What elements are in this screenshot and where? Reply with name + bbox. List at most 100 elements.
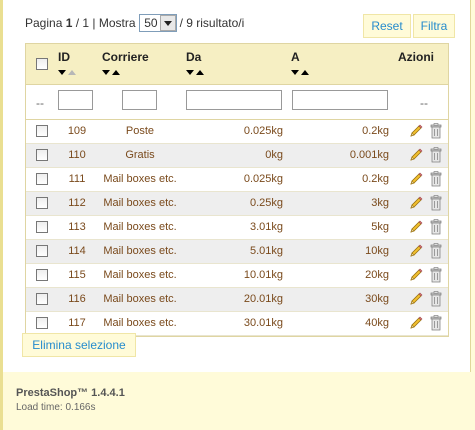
trash-icon[interactable] [430, 267, 442, 283]
results-count: / 9 risultato/i [179, 16, 245, 30]
pencil-icon[interactable] [409, 244, 423, 258]
col-carrier-header: Corriere [102, 50, 149, 64]
table-row: 109 Poste 0.025kg 0.2kg [26, 120, 448, 144]
sort-id [58, 70, 76, 75]
pencil-icon[interactable] [409, 148, 423, 162]
cell-id: 110 [68, 149, 86, 161]
table-row: 115 Mail boxes etc. 10.01kg 20kg [26, 264, 448, 288]
cell-id: 116 [68, 293, 86, 305]
cell-to: 0.2kg [362, 173, 389, 185]
cell-id: 117 [68, 317, 86, 329]
sort-asc-icon[interactable] [112, 70, 120, 75]
sort-from [186, 70, 204, 75]
col-from-header: Da [186, 50, 202, 64]
filter-from-input[interactable] [186, 90, 282, 110]
main-panel: Pagina 1 / 1 | Mostra 50 / 9 risultato/i… [3, 0, 471, 372]
cell-carrier: Mail boxes etc. [103, 245, 177, 257]
delete-selection-button[interactable]: Elimina selezione [22, 333, 136, 357]
trash-icon[interactable] [430, 195, 442, 211]
sort-desc-icon[interactable] [58, 70, 66, 75]
sort-asc-icon[interactable] [301, 70, 309, 75]
cell-from: 30.01kg [243, 317, 283, 329]
sort-asc-icon[interactable] [196, 70, 204, 75]
pencil-icon[interactable] [409, 220, 423, 234]
col-actions-header: Azioni [398, 50, 434, 64]
table-row: 114 Mail boxes etc. 5.01kg 10kg [26, 240, 448, 264]
carrier-table: ID Corriere Da A Azioni -- -- 109 Poste … [25, 43, 449, 337]
reset-button[interactable]: Reset [363, 14, 411, 38]
per-page-value: 50 [144, 16, 158, 30]
table-row: 111 Mail boxes etc. 0.025kg 0.2kg [26, 168, 448, 192]
trash-icon[interactable] [430, 171, 442, 187]
cell-carrier: Mail boxes etc. [103, 269, 177, 281]
row-checkbox[interactable] [36, 317, 48, 329]
filter-row: -- -- [26, 85, 448, 120]
cell-from: 0.025kg [243, 125, 283, 137]
cell-to: 3kg [371, 197, 389, 209]
footer: PrestaShop™ 1.4.4.1 Load time: 0.166s [16, 387, 125, 413]
cell-from: 5.01kg [249, 245, 283, 257]
trash-icon[interactable] [430, 219, 442, 235]
cell-carrier: Mail boxes etc. [103, 221, 177, 233]
cell-from: 0kg [265, 149, 283, 161]
cell-to: 10kg [365, 245, 389, 257]
pencil-icon[interactable] [409, 196, 423, 210]
filter-carrier-input[interactable] [122, 90, 157, 110]
row-checkbox[interactable] [36, 197, 48, 209]
table-row: 112 Mail boxes etc. 0.25kg 3kg [26, 192, 448, 216]
sort-desc-icon[interactable] [102, 70, 110, 75]
cell-carrier: Mail boxes etc. [103, 293, 177, 305]
pencil-icon[interactable] [409, 268, 423, 282]
cell-to: 0.2kg [362, 125, 389, 137]
row-checkbox[interactable] [36, 245, 48, 257]
cell-from: 20.01kg [243, 293, 283, 305]
cell-to: 40kg [365, 317, 389, 329]
cell-id: 115 [68, 269, 86, 281]
row-checkbox[interactable] [36, 149, 48, 161]
page-label: Pagina [25, 16, 63, 30]
cell-id: 113 [68, 221, 86, 233]
pencil-icon[interactable] [409, 124, 423, 138]
trash-icon[interactable] [430, 291, 442, 307]
sort-desc-icon[interactable] [291, 70, 299, 75]
cell-to: 0.001kg [349, 149, 389, 161]
pencil-icon[interactable] [409, 316, 423, 330]
sort-carrier [102, 70, 120, 75]
trash-icon[interactable] [430, 147, 442, 163]
sort-to [291, 70, 309, 75]
pencil-icon[interactable] [409, 292, 423, 306]
row-checkbox[interactable] [36, 293, 48, 305]
cell-to: 20kg [365, 269, 389, 281]
cell-from: 10.01kg [243, 269, 283, 281]
trash-icon[interactable] [430, 243, 442, 259]
pencil-icon[interactable] [409, 172, 423, 186]
sort-asc-icon [68, 70, 76, 75]
filter-button[interactable]: Filtra [413, 14, 455, 38]
filter-to-input[interactable] [292, 90, 388, 110]
select-all-checkbox[interactable] [36, 58, 48, 70]
row-checkbox[interactable] [36, 125, 48, 137]
trash-icon[interactable] [430, 315, 442, 331]
filter-id-input[interactable] [58, 90, 93, 110]
cell-from: 0.25kg [249, 197, 283, 209]
cell-carrier: Gratis [125, 149, 155, 161]
sort-desc-icon[interactable] [186, 70, 194, 75]
version-text: PrestaShop™ 1.4.4.1 [16, 387, 125, 399]
filter-dash-left: -- [36, 96, 44, 110]
trash-icon[interactable] [430, 123, 442, 139]
table-body: 109 Poste 0.025kg 0.2kg 110 Gratis 0kg 0.001kg 1… [26, 120, 448, 336]
cell-to: 5kg [371, 221, 389, 233]
cell-carrier: Mail boxes etc. [103, 317, 177, 329]
filter-dash-right: -- [420, 96, 428, 110]
table-header: ID Corriere Da A Azioni [26, 44, 448, 85]
page-separator: / 1 | Mostra [75, 16, 136, 30]
cell-id: 112 [68, 197, 86, 209]
row-checkbox[interactable] [36, 173, 48, 185]
table-row: 116 Mail boxes etc. 20.01kg 30kg [26, 288, 448, 312]
row-checkbox[interactable] [36, 269, 48, 281]
row-checkbox[interactable] [36, 221, 48, 233]
chevron-down-icon[interactable] [159, 15, 176, 31]
per-page-select[interactable]: 50 [138, 14, 177, 32]
cell-carrier: Mail boxes etc. [103, 173, 177, 185]
table-row: 110 Gratis 0kg 0.001kg [26, 144, 448, 168]
